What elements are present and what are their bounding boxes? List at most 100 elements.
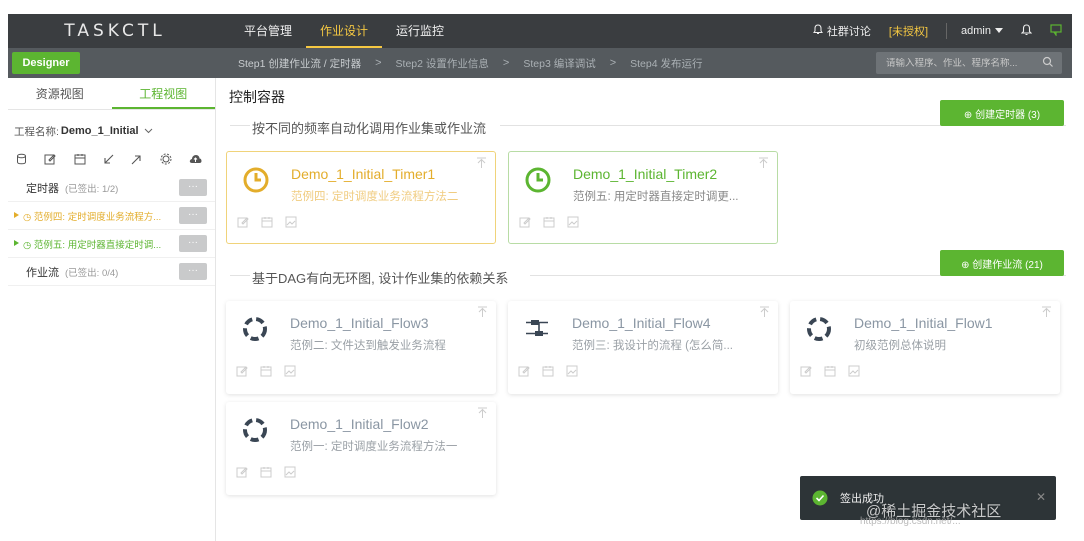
tree-item-timer2[interactable]: ◷ 范例五: 用定时器直接定时调... ··· bbox=[8, 230, 215, 258]
card-title: Demo_1_Initial_Timer1 bbox=[291, 166, 436, 182]
page-title: 控制容器 bbox=[229, 89, 285, 105]
community-label: 社群讨论 bbox=[826, 26, 871, 38]
bell-icon bbox=[1020, 23, 1033, 39]
calendar-icon[interactable] bbox=[542, 365, 554, 377]
designer-button[interactable]: Designer bbox=[12, 52, 80, 74]
notification-button[interactable] bbox=[1020, 23, 1033, 39]
main-nav: 平台管理 作业设计 运行监控 bbox=[230, 14, 458, 48]
calendar-icon[interactable] bbox=[74, 153, 86, 165]
edit-icon[interactable] bbox=[236, 365, 248, 377]
flow-card[interactable]: Demo_1_Initial_Flow4 范例三: 我设计的流程 (怎么简... bbox=[508, 301, 778, 394]
more-button[interactable]: ··· bbox=[179, 207, 207, 224]
card-description: 范例五: 用定时器直接定时调更... bbox=[573, 191, 739, 203]
top-navbar: TASKCTL 平台管理 作业设计 运行监控 社群讨论 [未授权] admin bbox=[8, 14, 1072, 48]
edit-icon[interactable] bbox=[237, 216, 249, 228]
community-link[interactable]: 社群讨论 bbox=[812, 23, 871, 39]
calendar-icon[interactable] bbox=[261, 216, 273, 228]
pin-top-icon[interactable] bbox=[759, 306, 770, 321]
caret-right-icon bbox=[14, 238, 19, 249]
tab-project-view[interactable]: 工程视图 bbox=[111, 78, 215, 109]
card-title: Demo_1_Initial_Flow2 bbox=[290, 416, 429, 432]
card-actions bbox=[518, 365, 590, 377]
card-actions bbox=[236, 365, 308, 377]
edit-icon[interactable] bbox=[44, 153, 57, 165]
card-description: 范例一: 定时调度业务流程方法一 bbox=[290, 441, 458, 453]
calendar-icon[interactable] bbox=[260, 365, 272, 377]
nav-job-design[interactable]: 作业设计 bbox=[306, 14, 383, 48]
create-flow-button[interactable]: ⊕ 创建作业流 (21) bbox=[940, 250, 1064, 276]
card-actions bbox=[237, 216, 309, 228]
tree-group-timers[interactable]: 定时器 (已签出: 1/2) ··· bbox=[8, 174, 215, 202]
tree-item-timer1[interactable]: ◷ 范例四: 定时调度业务流程方... ··· bbox=[8, 202, 215, 230]
step-1[interactable]: Step1 创建作业流 / 定时器 bbox=[238, 56, 361, 71]
sidebar-toolbar bbox=[8, 140, 208, 170]
clock-icon bbox=[523, 165, 553, 198]
more-button[interactable]: ··· bbox=[179, 235, 207, 252]
sidebar: 资源视图 工程视图 工程名称: Demo_1_Initial 定时器 (已签出:… bbox=[8, 78, 216, 541]
timer-section-title: 按不同的频率自动化调用作业集或作业流 bbox=[252, 121, 487, 136]
pin-top-icon[interactable] bbox=[758, 157, 769, 172]
divider bbox=[230, 125, 250, 126]
more-button[interactable]: ··· bbox=[179, 179, 207, 196]
database-icon[interactable] bbox=[16, 153, 27, 165]
tab-resource-view[interactable]: 资源视图 bbox=[8, 78, 112, 109]
image-icon[interactable] bbox=[567, 216, 579, 228]
flow-section-title: 基于DAG有向无环图, 设计作业集的依赖关系 bbox=[252, 271, 509, 286]
flow-card[interactable]: Demo_1_Initial_Flow3 范例二: 文件达到触发业务流程 bbox=[226, 301, 496, 394]
edit-icon[interactable] bbox=[800, 365, 812, 377]
step-4[interactable]: Step4 发布运行 bbox=[630, 56, 702, 71]
search-input[interactable] bbox=[886, 57, 1036, 69]
card-description: 范例四: 定时调度业务流程方法二 bbox=[291, 191, 459, 203]
card-description: 范例三: 我设计的流程 (怎么简... bbox=[572, 340, 733, 352]
card-description: 初级范例总体说明 bbox=[854, 340, 946, 352]
flow-card[interactable]: Demo_1_Initial_Flow1 初级范例总体说明 bbox=[790, 301, 1060, 394]
nav-platform-management[interactable]: 平台管理 bbox=[230, 14, 306, 48]
top-right-actions: 社群讨论 [未授权] admin bbox=[812, 14, 1072, 48]
image-icon[interactable] bbox=[284, 466, 296, 478]
image-icon[interactable] bbox=[848, 365, 860, 377]
username: admin bbox=[961, 25, 991, 37]
caret-right-icon bbox=[14, 210, 19, 221]
pin-top-icon[interactable] bbox=[1041, 306, 1052, 321]
project-selector[interactable]: 工程名称: Demo_1_Initial bbox=[8, 110, 215, 140]
pin-top-icon[interactable] bbox=[477, 306, 488, 321]
wizard-steps: Step1 创建作业流 / 定时器 > Step2 设置作业信息 > Step3… bbox=[238, 56, 717, 71]
flow-card[interactable]: Demo_1_Initial_Flow2 范例一: 定时调度业务流程方法一 bbox=[226, 402, 496, 495]
timer-card[interactable]: Demo_1_Initial_Timer1 范例四: 定时调度业务流程方法二 bbox=[226, 151, 496, 244]
image-icon[interactable] bbox=[566, 365, 578, 377]
image-icon[interactable] bbox=[285, 216, 297, 228]
pin-top-icon[interactable] bbox=[476, 157, 487, 172]
timer-card[interactable]: Demo_1_Initial_Timer2 范例五: 用定时器直接定时调更... bbox=[508, 151, 778, 244]
pin-top-icon[interactable] bbox=[477, 407, 488, 422]
calendar-icon[interactable] bbox=[260, 466, 272, 478]
edit-icon[interactable] bbox=[518, 365, 530, 377]
edit-icon[interactable] bbox=[236, 466, 248, 478]
step-2[interactable]: Step2 设置作业信息 bbox=[396, 56, 489, 71]
edit-icon[interactable] bbox=[519, 216, 531, 228]
calendar-icon[interactable] bbox=[543, 216, 555, 228]
user-menu[interactable]: admin bbox=[961, 25, 1003, 37]
feedback-button[interactable] bbox=[1050, 23, 1062, 39]
card-actions bbox=[519, 216, 591, 228]
flow-graph-icon bbox=[522, 314, 552, 347]
nav-run-monitor[interactable]: 运行监控 bbox=[382, 14, 458, 48]
more-button[interactable]: ··· bbox=[179, 263, 207, 280]
card-title: Demo_1_Initial_Flow4 bbox=[572, 315, 711, 331]
collapse-icon[interactable] bbox=[103, 154, 114, 165]
image-icon[interactable] bbox=[284, 365, 296, 377]
close-icon[interactable]: ✕ bbox=[1036, 490, 1046, 504]
expand-icon[interactable] bbox=[131, 154, 142, 165]
step-3[interactable]: Step3 编译调试 bbox=[523, 56, 595, 71]
cloud-upload-icon[interactable] bbox=[189, 154, 202, 165]
main-content: 控制容器 按不同的频率自动化调用作业集或作业流 ⊕ 创建定时器 (3) Demo… bbox=[216, 78, 1072, 541]
flow-network-icon bbox=[240, 314, 270, 347]
settings-icon[interactable] bbox=[160, 153, 172, 165]
tree-item-label: ◷ 范例四: 定时调度业务流程方... bbox=[23, 211, 162, 223]
search-icon[interactable] bbox=[1042, 56, 1054, 71]
create-timer-button[interactable]: ⊕ 创建定时器 (3) bbox=[940, 100, 1064, 126]
card-description: 范例二: 文件达到触发业务流程 bbox=[290, 340, 446, 352]
license-status[interactable]: [未授权] bbox=[889, 23, 928, 39]
project-label: 工程名称: bbox=[14, 125, 59, 138]
calendar-icon[interactable] bbox=[824, 365, 836, 377]
tree-group-flows[interactable]: 作业流 (已签出: 0/4) ··· bbox=[8, 258, 215, 286]
